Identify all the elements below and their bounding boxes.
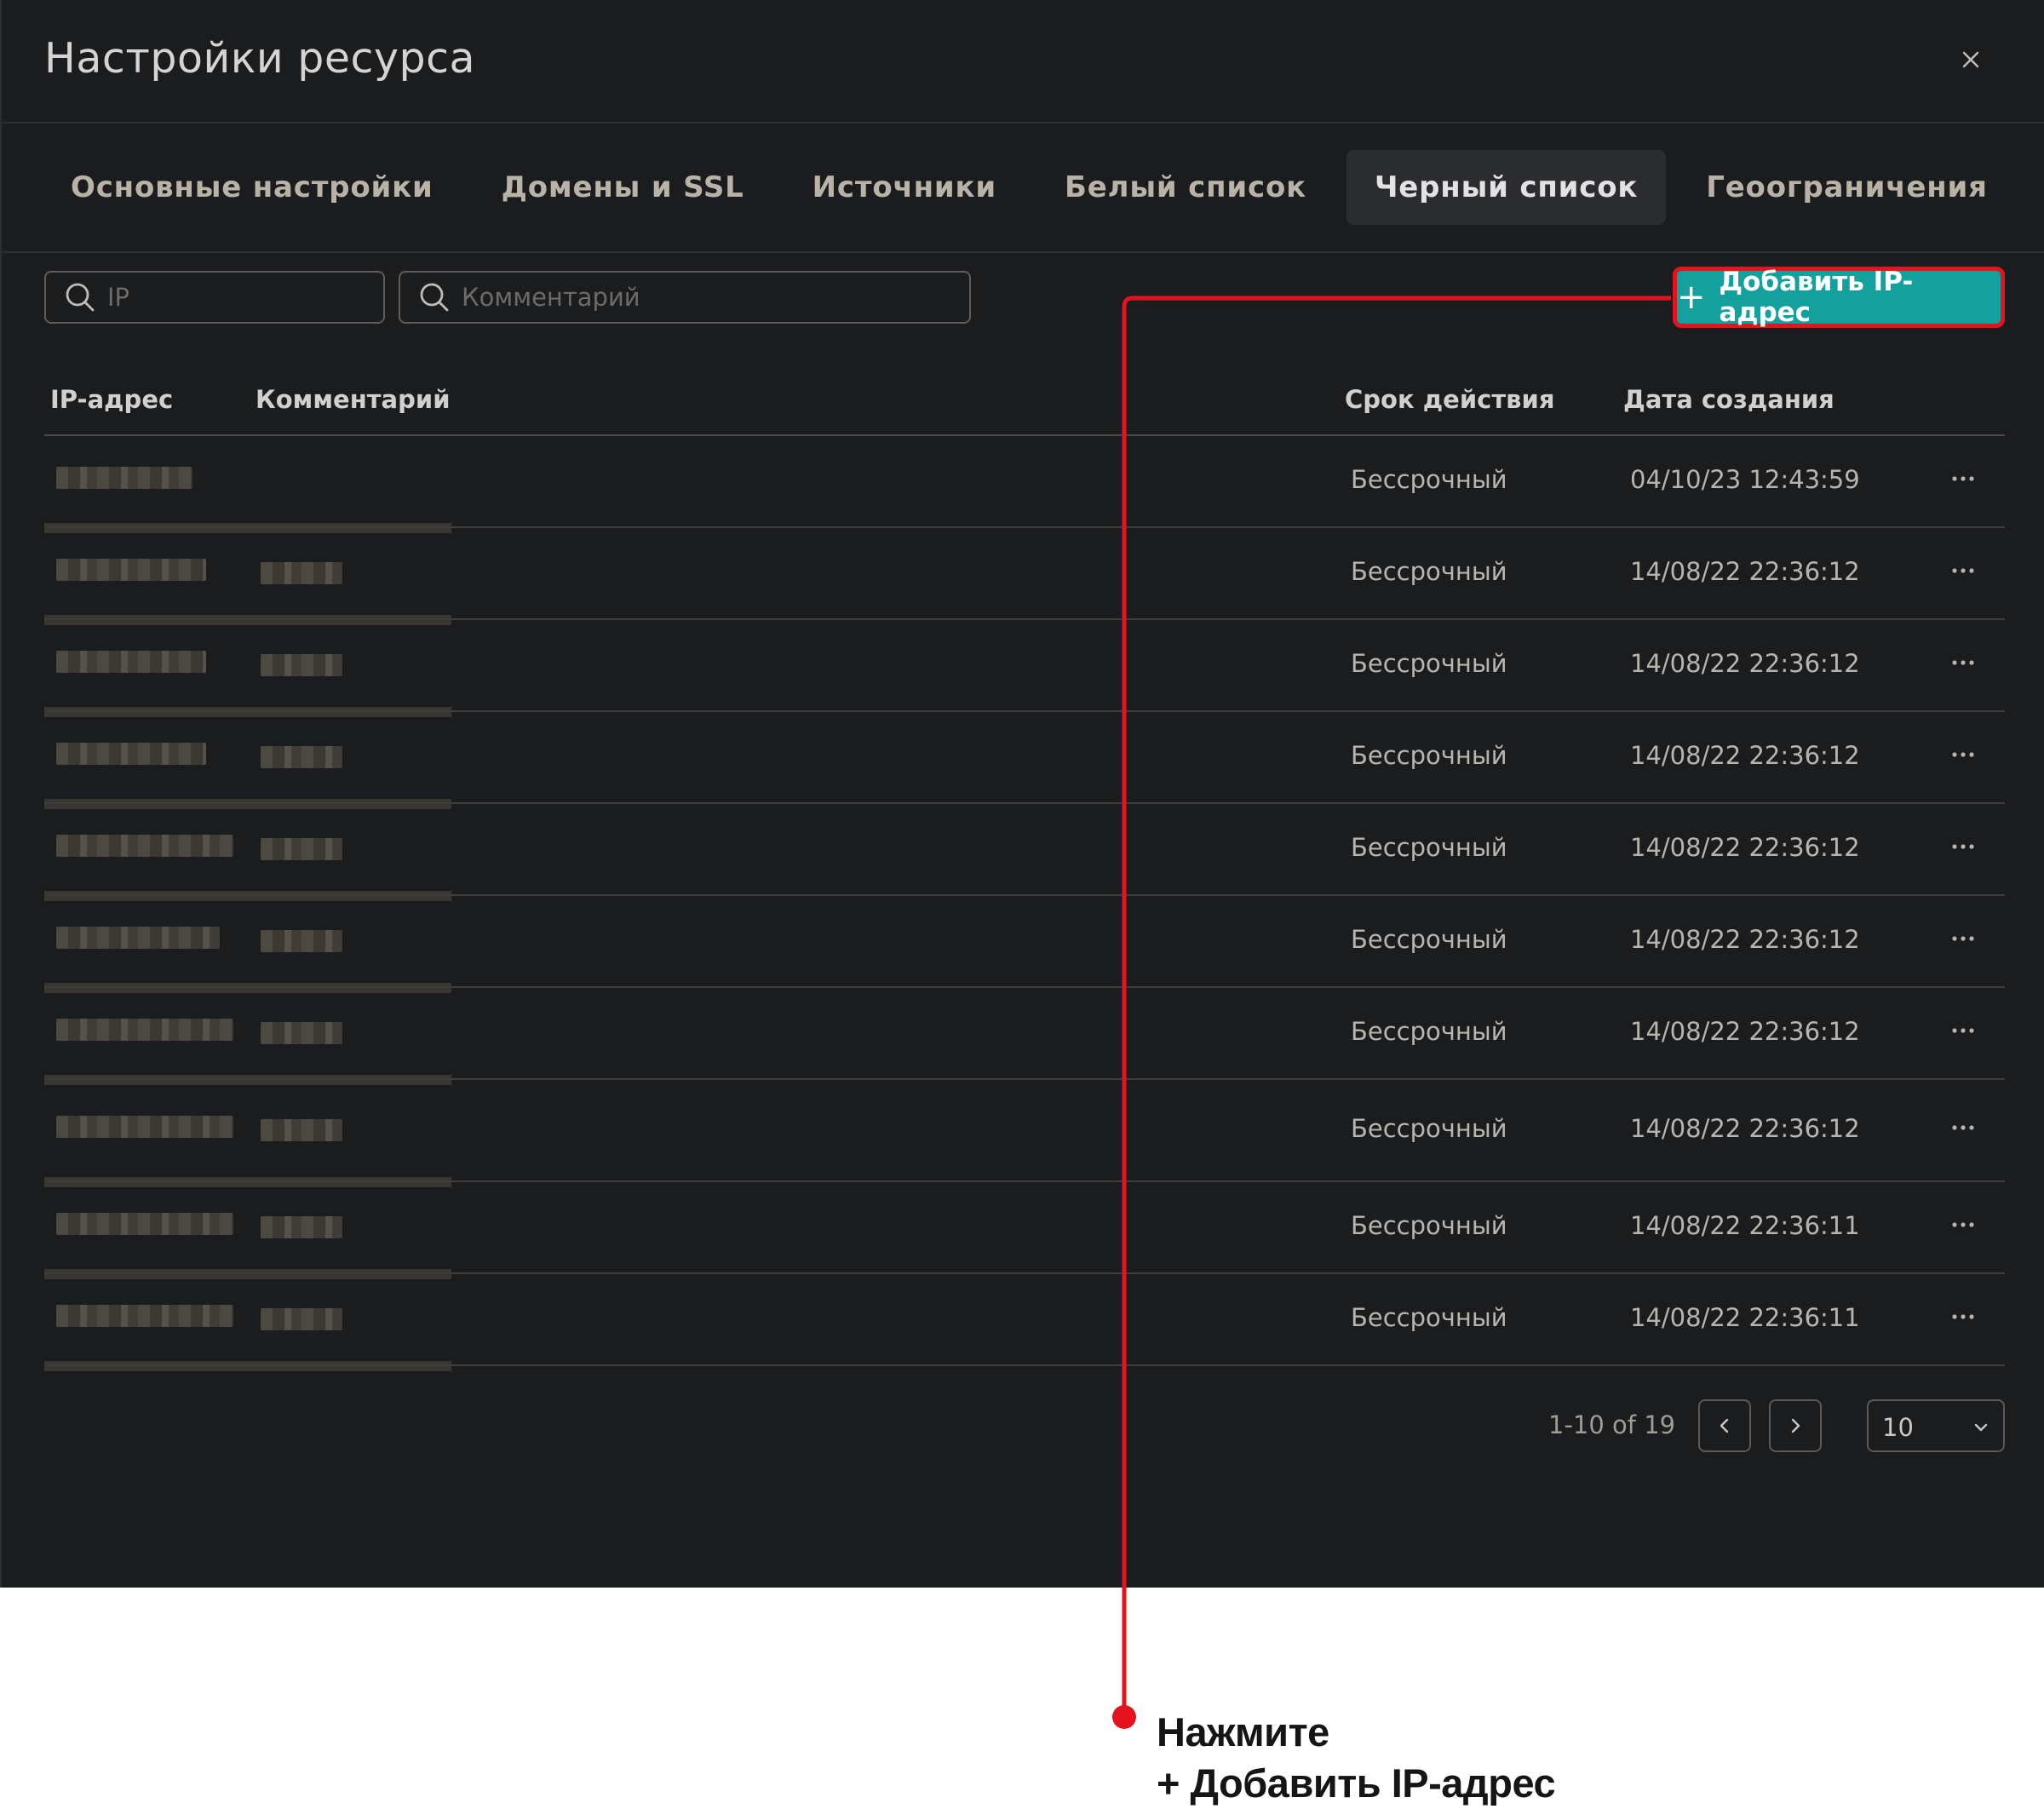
callout-instruction: Нажмите + Добавить IP-адрес <box>1157 1707 1556 1809</box>
callout-line-1: Нажмите <box>1157 1709 1329 1754</box>
callout-line-2: + Добавить IP-адрес <box>1157 1760 1556 1806</box>
callout-dot <box>1112 1705 1136 1729</box>
callout-pointer <box>1112 296 1671 1729</box>
